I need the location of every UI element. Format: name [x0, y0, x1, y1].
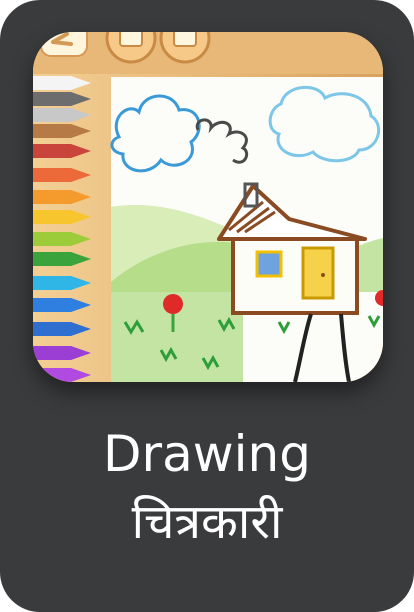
red-flower-icon: [163, 294, 183, 314]
drawing-app-icon[interactable]: [33, 32, 383, 382]
app-tile[interactable]: Drawing चित्रकारी: [0, 0, 414, 612]
back-arrow-icon: [40, 32, 88, 57]
app-label-english: Drawing: [103, 425, 311, 483]
app-label-hindi: चित्रकारी: [131, 494, 283, 550]
drawing-scene-icon: [33, 32, 383, 382]
